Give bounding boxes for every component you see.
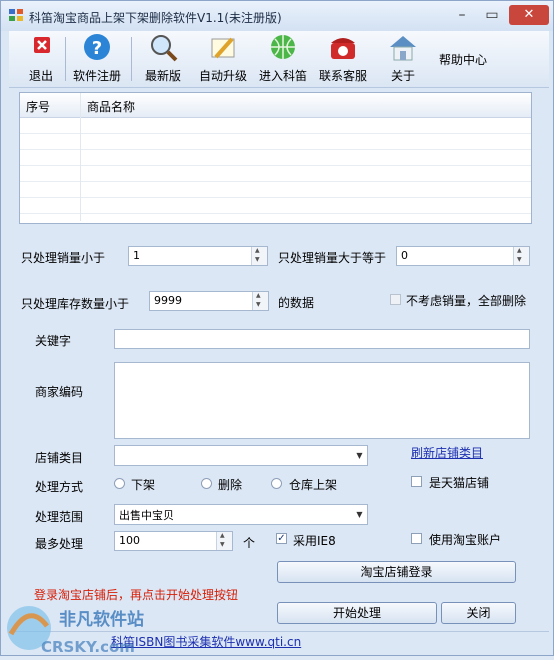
radio-warehouse-list[interactable] — [271, 478, 282, 489]
table-row — [20, 166, 531, 182]
category-label: 店铺类目 — [35, 451, 84, 465]
merchant-code-textarea[interactable] — [114, 362, 530, 439]
spin-buttons[interactable] — [513, 247, 529, 265]
app-icon — [9, 9, 23, 21]
radio-delist[interactable] — [114, 478, 125, 489]
table-row — [20, 134, 531, 150]
globe-icon — [266, 33, 300, 63]
stock-suffix-label: 的数据 — [278, 296, 315, 310]
house-icon — [386, 33, 420, 63]
pencil-icon — [206, 33, 240, 63]
radio-delete-label: 删除 — [218, 478, 243, 492]
refresh-category-link[interactable]: 刷新店铺类目 — [411, 444, 483, 461]
magnifier-icon — [146, 33, 180, 63]
toolbar-divider — [65, 37, 66, 81]
sales-ge-label: 只处理销量大于等于 — [278, 251, 387, 265]
window-title: 科笛淘宝商品上架下架删除软件V1.1(未注册版) — [29, 11, 282, 25]
column-divider — [80, 93, 81, 221]
ignore-sales-label: 不考虑销量，全部删除 — [406, 294, 527, 308]
stock-lt-stepper[interactable]: 9999 — [149, 291, 269, 311]
about-button[interactable]: 关于 — [383, 33, 423, 84]
sales-lt-label: 只处理销量小于 — [21, 251, 106, 265]
close-button[interactable]: 关闭 — [441, 602, 516, 624]
exit-button[interactable]: 退出 — [23, 33, 59, 84]
enter-site-button[interactable]: 进入科笛 — [257, 33, 309, 84]
category-select[interactable]: ▼ — [114, 445, 368, 466]
use-ie8-label: 采用IE8 — [293, 534, 336, 548]
table-row — [20, 118, 531, 134]
auto-update-button[interactable]: 自动升级 — [197, 33, 249, 84]
close-window-button[interactable]: ✕ — [509, 5, 549, 25]
sales-ge-stepper[interactable]: 0 — [396, 246, 530, 266]
close-icon — [24, 33, 58, 63]
use-ie8-checkbox[interactable]: ✓ — [276, 533, 287, 544]
tmall-checkbox[interactable] — [411, 476, 422, 487]
table-row — [20, 150, 531, 166]
spin-buttons[interactable] — [252, 292, 268, 310]
column-header-index[interactable]: 序号 — [26, 98, 50, 115]
latest-version-button[interactable]: 最新版 — [141, 33, 185, 84]
minimize-button[interactable]: – — [447, 5, 477, 25]
toolbar-divider — [131, 37, 132, 81]
max-process-stepper[interactable]: 100 — [114, 531, 233, 551]
help-center-button[interactable]: 帮助中心 — [439, 51, 487, 68]
main-window: 科笛淘宝商品上架下架删除软件V1.1(未注册版) – ▭ ✕ 退出 ? 软件注册… — [0, 0, 554, 656]
crsky-watermark: 非凡软件站 CRSKY.com — [1, 598, 201, 657]
sales-lt-stepper[interactable]: 1 — [128, 246, 268, 266]
max-process-label: 最多处理 — [35, 537, 84, 551]
scope-label: 处理范围 — [35, 510, 84, 524]
keyword-input[interactable] — [114, 329, 530, 349]
contact-support-button[interactable]: 联系客服 — [315, 33, 371, 84]
svg-text:?: ? — [92, 38, 102, 59]
phone-icon — [326, 33, 360, 63]
chevron-down-icon[interactable]: ▼ — [352, 505, 367, 524]
toolbar: 退出 ? 软件注册 最新版 自动升级 进入科笛 联系客服 关于 帮助中心 — [9, 31, 549, 88]
watermark-subtext: CRSKY.com — [41, 638, 135, 656]
chevron-down-icon[interactable]: ▼ — [352, 446, 367, 465]
start-processing-button[interactable]: 开始处理 — [277, 602, 437, 624]
spin-buttons[interactable] — [251, 247, 267, 265]
table-header: 序号 商品名称 — [20, 93, 531, 118]
max-unit-label: 个 — [243, 536, 256, 550]
mode-label: 处理方式 — [35, 480, 84, 494]
table-row — [20, 182, 531, 198]
watermark-text: 非凡软件站 — [59, 609, 144, 630]
tmall-label: 是天猫店铺 — [429, 476, 490, 490]
ignore-sales-checkbox[interactable] — [390, 294, 401, 305]
spin-buttons[interactable] — [216, 532, 232, 550]
radio-warehouse-list-label: 仓库上架 — [289, 478, 338, 492]
column-header-product-name[interactable]: 商品名称 — [87, 98, 135, 115]
product-table[interactable]: 序号 商品名称 — [19, 92, 532, 224]
register-button[interactable]: ? 软件注册 — [71, 33, 123, 84]
help-icon: ? — [80, 33, 114, 63]
stock-lt-label: 只处理库存数量小于 — [21, 297, 130, 311]
radio-delist-label: 下架 — [131, 478, 156, 492]
title-bar: 科笛淘宝商品上架下架删除软件V1.1(未注册版) – ▭ ✕ — [1, 1, 553, 31]
radio-delete[interactable] — [201, 478, 212, 489]
keyword-label: 关键字 — [35, 334, 72, 348]
taobao-login-button[interactable]: 淘宝店铺登录 — [277, 561, 516, 583]
table-row — [20, 198, 531, 214]
scope-select[interactable]: 出售中宝贝 ▼ — [114, 504, 368, 525]
use-taobao-account-checkbox[interactable] — [411, 533, 422, 544]
use-taobao-account-label: 使用淘宝账户 — [429, 533, 502, 547]
merchant-code-label: 商家编码 — [35, 385, 84, 399]
maximize-button[interactable]: ▭ — [477, 5, 507, 25]
